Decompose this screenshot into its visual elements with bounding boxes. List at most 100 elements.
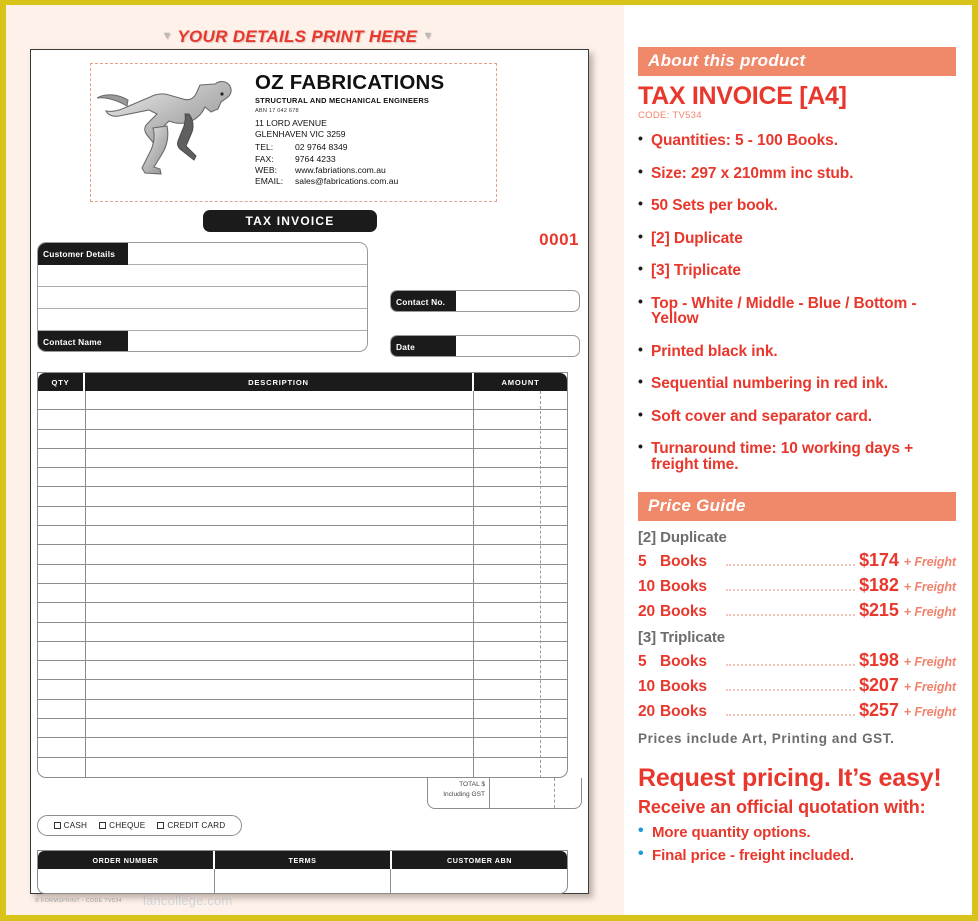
contact-no-field[interactable]: Contact No. <box>390 290 580 312</box>
line-items-table: QTY DESCRIPTION AMOUNT <box>37 372 568 778</box>
price-row: 5 Books $174 + Freight <box>638 550 956 571</box>
checkbox-icon[interactable] <box>53 822 61 829</box>
table-row[interactable] <box>38 738 567 758</box>
customer-details-row[interactable]: Customer Details <box>38 243 367 265</box>
payment-option-cheque-label: CHEQUE <box>109 821 146 830</box>
payment-option-credit-card-label: CREDIT CARD <box>167 821 226 830</box>
total-label: TOTAL $ Including GST <box>428 778 490 808</box>
checkbox-icon[interactable] <box>99 822 107 829</box>
leader-dots <box>726 589 856 591</box>
form-preview-panel: ▼ YOUR DETAILS PRINT HERE ▼ OZ FABRICATI… <box>6 5 624 915</box>
product-title: TAX INVOICE [A4] <box>638 82 847 110</box>
table-row[interactable] <box>38 661 567 681</box>
letterhead-block: OZ FABRICATIONS STRUCTURAL AND MECHANICA… <box>90 63 497 202</box>
list-item: Quantities: 5 - 100 Books. <box>638 131 956 149</box>
list-item: More quantity options. <box>638 822 956 841</box>
email-row: EMAIL: sales@fabrications.com.au <box>255 176 444 187</box>
price-freight-note: + Freight <box>903 705 956 719</box>
product-page: ▼ YOUR DETAILS PRINT HERE ▼ OZ FABRICATI… <box>6 5 972 915</box>
terms-field[interactable] <box>215 869 392 894</box>
price-qty: 20 <box>638 703 656 720</box>
price-group-title-duplicate: [2] Duplicate <box>638 529 727 546</box>
column-header-description: DESCRIPTION <box>85 373 474 391</box>
line-items-body <box>38 391 567 778</box>
company-details: OZ FABRICATIONS STRUCTURAL AND MECHANICA… <box>247 64 444 188</box>
table-row[interactable] <box>38 507 567 527</box>
imprint-text: © FORMSPRINT - CODE TV534 <box>35 898 122 904</box>
table-row[interactable] <box>38 410 567 430</box>
tel-value: 02 9764 8349 <box>295 142 348 153</box>
total-label-line2: Including GST <box>443 790 485 798</box>
fax-row: FAX: 9764 4233 <box>255 154 444 165</box>
about-this-product-bar: About this product <box>638 47 956 76</box>
table-row[interactable] <box>38 487 567 507</box>
customer-details-box: Customer Details Contact Name <box>37 242 368 352</box>
price-unit: Books <box>660 703 707 720</box>
contact-name-label: Contact Name <box>38 331 128 351</box>
contact-name-row[interactable]: Contact Name <box>38 331 367 351</box>
document-type-pill: TAX INVOICE <box>203 210 377 232</box>
company-tagline: STRUCTURAL AND MECHANICAL ENGINEERS <box>255 95 430 105</box>
payment-option-credit-card[interactable]: CREDIT CARD <box>157 821 225 830</box>
price-freight-note: + Freight <box>903 605 956 619</box>
table-row[interactable] <box>38 391 567 411</box>
table-row[interactable] <box>38 565 567 584</box>
list-item: Soft cover and separator card. <box>638 407 956 425</box>
table-row[interactable] <box>38 642 567 662</box>
total-cents-divider <box>554 778 555 808</box>
payment-option-cash-label: CASH <box>63 821 88 830</box>
list-item: Printed black ink. <box>638 342 956 360</box>
date-label: Date <box>391 336 456 356</box>
contact-no-label: Contact No. <box>391 291 456 311</box>
price-row: 20 Books $215 + Freight <box>638 600 956 621</box>
cta-subhead: Receive an official quotation with: <box>638 797 926 817</box>
address-line-2: GLENHAVEN VIC 3259 <box>255 128 346 139</box>
table-row[interactable] <box>38 700 567 720</box>
customer-blank-row-2[interactable] <box>38 287 367 309</box>
customer-details-label: Customer Details <box>38 243 128 265</box>
customer-abn-field[interactable] <box>391 869 567 894</box>
price-freight-note: + Freight <box>903 680 956 694</box>
table-row[interactable] <box>38 584 567 604</box>
serial-number: 0001 <box>539 230 579 249</box>
table-row[interactable] <box>38 526 567 546</box>
leader-dots <box>726 614 856 616</box>
list-item: [3] Triplicate <box>638 261 956 279</box>
price-guide-bar: Price Guide <box>638 492 956 521</box>
table-row[interactable] <box>38 449 567 469</box>
table-row[interactable] <box>38 758 567 777</box>
table-row[interactable] <box>38 468 567 488</box>
price-amount: $207 <box>859 675 899 695</box>
column-header-terms: TERMS <box>215 851 392 869</box>
column-header-qty: QTY <box>38 373 85 391</box>
table-row[interactable] <box>38 603 567 623</box>
customer-blank-row-1[interactable] <box>38 265 367 287</box>
table-row[interactable] <box>38 623 567 642</box>
web-row: WEB: www.fabriations.com.au <box>255 165 444 176</box>
list-item: Size: 297 x 210mm inc stub. <box>638 164 956 182</box>
table-row[interactable] <box>38 719 567 739</box>
company-name: OZ FABRICATIONS <box>255 71 445 94</box>
price-freight-note: + Freight <box>903 555 956 569</box>
price-freight-note: + Freight <box>903 655 956 669</box>
price-qty: 10 <box>638 678 656 695</box>
total-box: TOTAL $ Including GST <box>427 778 582 809</box>
cta-headline: Request pricing. It’s easy! <box>638 764 942 792</box>
payment-option-cheque[interactable]: CHEQUE <box>99 821 145 830</box>
payment-option-cash[interactable]: CASH <box>53 821 88 830</box>
address-line-1: 11 LORD AVENUE <box>255 117 327 128</box>
total-value-field[interactable] <box>490 778 581 808</box>
product-features-list: Quantities: 5 - 100 Books. Size: 297 x 2… <box>638 131 956 472</box>
column-divider-amount <box>473 391 474 778</box>
leader-dots <box>726 689 856 691</box>
checkbox-icon[interactable] <box>157 822 165 829</box>
table-row[interactable] <box>38 545 567 565</box>
table-row[interactable] <box>38 430 567 449</box>
table-row[interactable] <box>38 680 567 700</box>
order-terms-abn-body <box>38 869 567 894</box>
customer-blank-row-3[interactable] <box>38 309 367 331</box>
date-field[interactable]: Date <box>390 335 580 357</box>
order-number-field[interactable] <box>38 869 215 894</box>
cents-divider <box>540 391 541 778</box>
price-amount: $215 <box>859 600 899 620</box>
